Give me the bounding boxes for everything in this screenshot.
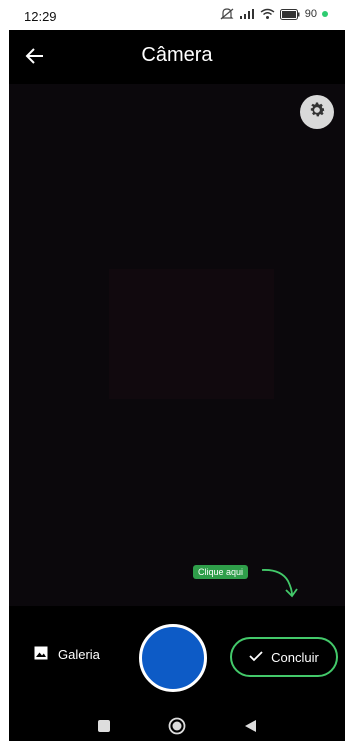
status-icons: 90 <box>220 8 328 20</box>
conclude-label: Concluir <box>271 649 319 665</box>
battery-icon <box>279 8 300 20</box>
gallery-label: Galeria <box>58 647 100 662</box>
viewfinder-preview-shape <box>109 269 274 399</box>
status-time: 12:29 <box>24 9 57 24</box>
camera-controls: Galeria Concluir <box>9 606 345 711</box>
wifi-icon <box>260 8 275 20</box>
notification-dot <box>322 11 328 17</box>
conclude-button[interactable]: Concluir <box>230 637 338 677</box>
image-icon <box>34 646 48 663</box>
settings-button[interactable] <box>300 95 334 129</box>
check-icon <box>249 650 263 665</box>
camera-viewfinder[interactable] <box>9 84 345 636</box>
recent-apps-icon[interactable] <box>95 717 113 735</box>
shutter-inner <box>144 629 202 687</box>
shutter-button[interactable] <box>139 624 207 692</box>
battery-percent: 90 <box>304 8 317 20</box>
status-bar: 12:29 90 <box>0 0 350 30</box>
page-title: Câmera <box>141 44 213 66</box>
hint-badge: Clique aqui <box>193 565 249 579</box>
app-bar: Câmera <box>9 30 345 84</box>
home-icon[interactable] <box>168 717 186 735</box>
gear-icon <box>307 100 327 125</box>
back-triangle-icon[interactable] <box>241 717 259 735</box>
system-nav-bar <box>9 711 345 741</box>
hint-arrow-icon <box>261 569 298 598</box>
signal-icon <box>239 8 255 20</box>
gallery-button[interactable]: Galeria <box>34 646 100 663</box>
app-frame: Câmera Galeria Concluir <box>9 30 345 741</box>
mute-icon <box>220 8 234 20</box>
